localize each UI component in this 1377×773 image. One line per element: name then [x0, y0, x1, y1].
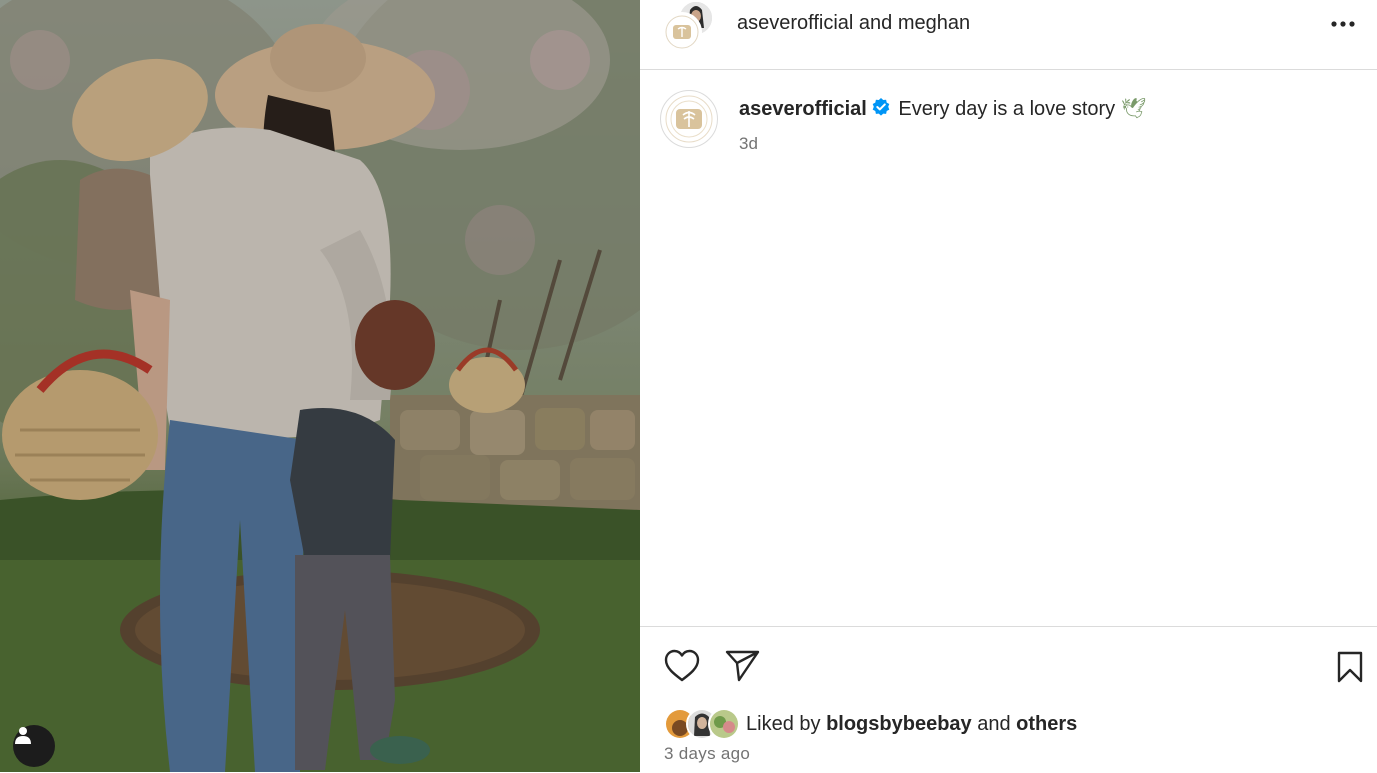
caption-body: Every day is a love story — [898, 98, 1116, 120]
more-options-icon — [1331, 21, 1355, 27]
send-icon — [725, 650, 760, 682]
photo-illustration — [0, 0, 640, 772]
owner-username-link[interactable]: aseverofficial — [737, 12, 853, 34]
save-button[interactable] — [1336, 651, 1364, 688]
liked-by-prefix: Liked by — [746, 713, 821, 735]
liked-by-text: Liked by blogsbybeebay and others — [746, 713, 1077, 736]
liker-avatars[interactable] — [664, 708, 744, 740]
caption-timestamp[interactable]: 3d — [739, 134, 758, 154]
post-header: aseverofficial and meghan — [640, 0, 1377, 70]
collab-avatars[interactable] — [662, 0, 714, 52]
post-details-panel: aseverofficial and meghan aseverofficial — [640, 0, 1377, 772]
more-options-button[interactable] — [1329, 14, 1359, 34]
liker-username-link[interactable]: blogsbybeebay — [826, 713, 972, 735]
verified-badge-icon — [871, 97, 891, 123]
post-authors: aseverofficial and meghan — [737, 12, 970, 35]
post-date[interactable]: 3 days ago — [664, 744, 750, 764]
coauthor-username-link[interactable]: meghan — [898, 12, 970, 34]
like-button[interactable] — [664, 649, 700, 688]
user-tag-icon — [15, 727, 31, 744]
liked-by-others-link[interactable]: others — [1016, 713, 1077, 735]
post-photo[interactable] — [0, 0, 640, 772]
bookmark-icon — [1337, 651, 1363, 683]
brand-logo-icon — [665, 15, 699, 49]
liked-by-connector: and — [977, 713, 1011, 735]
authors-connector: and — [858, 12, 893, 34]
owner-avatar[interactable] — [662, 12, 702, 52]
brand-logo-icon — [665, 95, 713, 143]
caption-username-link[interactable]: aseverofficial — [739, 98, 867, 120]
user-tag-button[interactable] — [13, 725, 55, 767]
share-button[interactable] — [725, 649, 761, 688]
post-actions: Liked by blogsbybeebay and others 3 days… — [640, 626, 1377, 773]
caption-text: aseverofficial Every day is a love story… — [739, 96, 1146, 123]
liker-avatar — [708, 708, 740, 740]
heart-icon — [664, 649, 700, 682]
caption-avatar[interactable] — [660, 90, 718, 148]
dove-emoji: 🕊 — [1120, 98, 1147, 120]
